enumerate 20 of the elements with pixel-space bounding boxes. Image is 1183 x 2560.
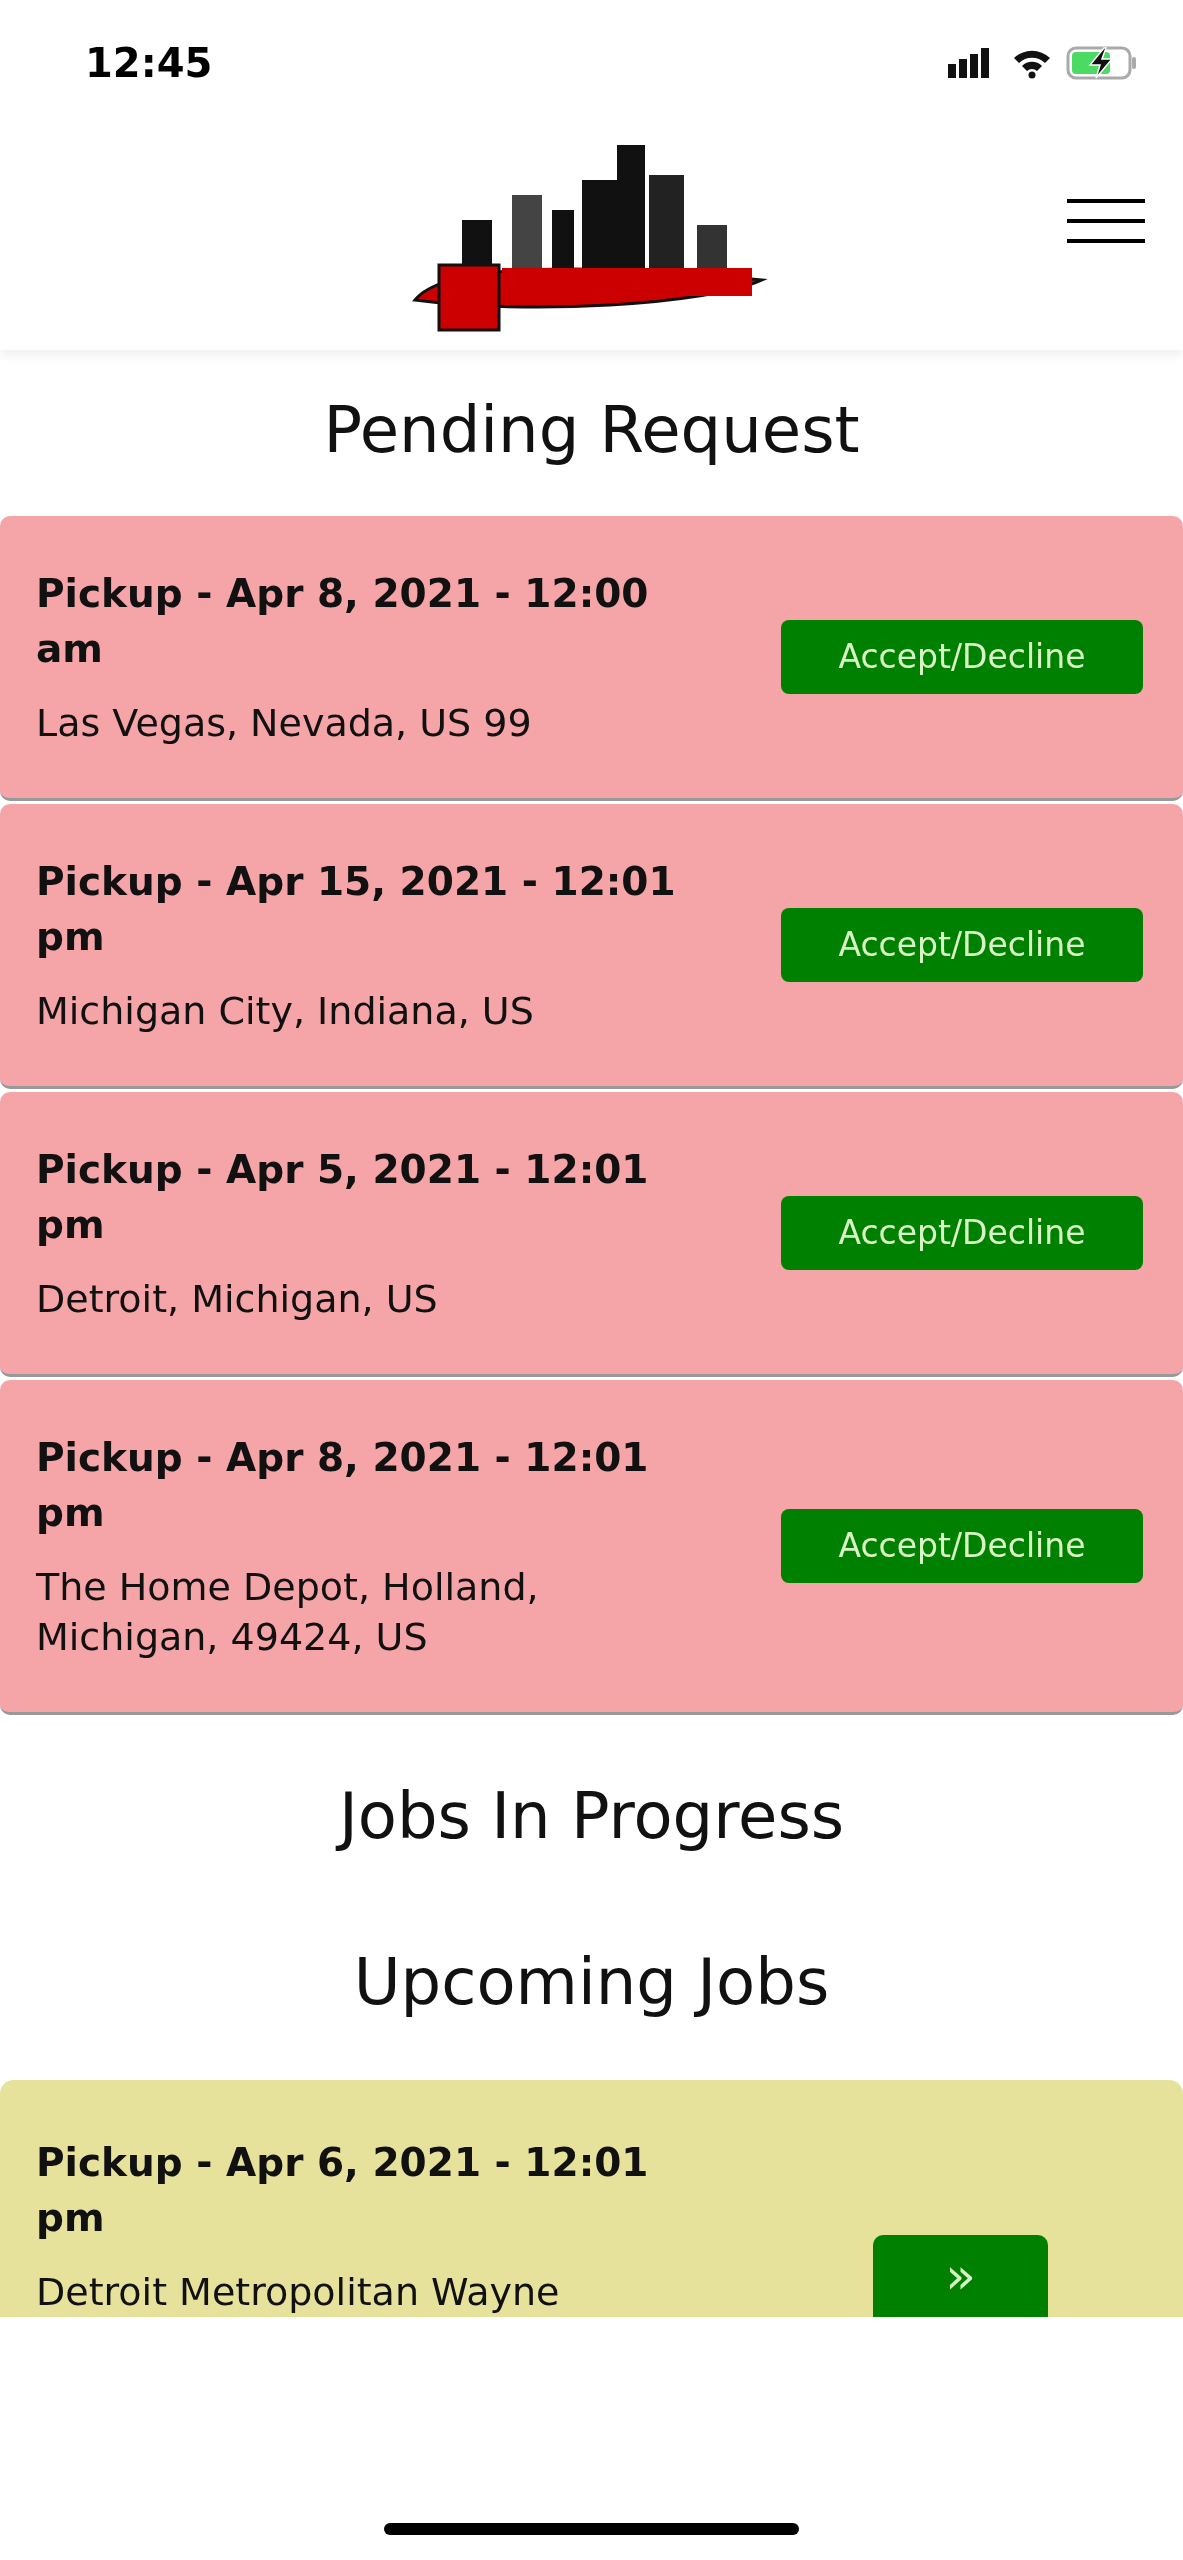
open-job-button[interactable]: » xyxy=(873,2235,1048,2317)
pickup-title: Pickup - Apr 8, 2021 - 12:00 am xyxy=(36,570,650,673)
status-time: 12:45 xyxy=(85,38,213,88)
pickup-location: The Home Depot, Holland, Michigan, 49424, US xyxy=(36,1564,540,1661)
pickup-location: Detroit Metropolitan Wayne xyxy=(36,2269,561,2316)
accept-decline-button[interactable]: Accept/Decline xyxy=(781,908,1143,982)
pickup-title: Pickup - Apr 15, 2021 - 12:01 pm xyxy=(36,858,677,961)
accept-decline-button[interactable]: Accept/Decline xyxy=(781,620,1143,694)
pickup-title: Pickup - Apr 8, 2021 - 12:01 pm xyxy=(36,1434,650,1537)
section-heading: Pending Request xyxy=(322,392,861,469)
section-heading: Jobs In Progress xyxy=(0,1768,1183,1864)
pickup-location: Detroit, Michigan, US xyxy=(36,1276,439,1323)
accept-decline-button[interactable]: Accept/Decline xyxy=(781,1509,1143,1583)
pickup-location: Michigan City, Indiana, US xyxy=(36,988,535,1035)
pickup-location: Las Vegas, Nevada, US 99 xyxy=(36,700,533,747)
section-heading: Upcoming Jobs xyxy=(352,1944,831,2021)
pickup-title: Pickup - Apr 6, 2021 - 12:01 pm xyxy=(36,2139,650,2242)
accept-decline-button[interactable]: Accept/Decline xyxy=(781,1196,1143,1270)
pickup-title: Pickup - Apr 5, 2021 - 12:01 pm xyxy=(36,1146,650,1249)
menu-button[interactable] xyxy=(1067,197,1145,245)
